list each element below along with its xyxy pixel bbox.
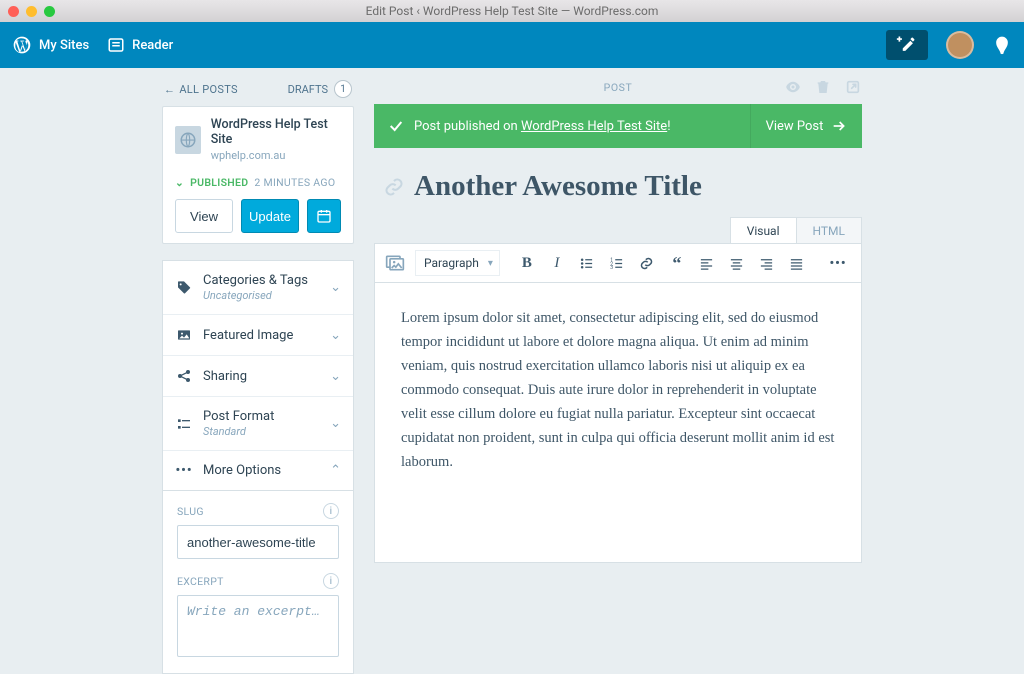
bold-button[interactable]: B: [514, 250, 540, 276]
more-title: More Options: [203, 463, 320, 478]
my-sites-link[interactable]: My Sites: [12, 35, 89, 55]
back-to-all-posts[interactable]: ← ALL POSTS: [164, 83, 238, 96]
more-options-body: SLUG i EXCERPT i: [162, 491, 354, 674]
drafts-label: DRAFTS: [288, 83, 328, 96]
calendar-icon: [316, 208, 332, 224]
post-settings-accordion: Categories & TagsUncategorised ⌄ Feature…: [162, 260, 354, 491]
quote-button[interactable]: “: [664, 250, 690, 276]
cats-sub: Uncategorised: [203, 289, 320, 302]
visibility-icon[interactable]: [784, 78, 802, 96]
wordpress-icon: [12, 35, 32, 55]
reader-label: Reader: [132, 38, 173, 53]
categories-tags-panel[interactable]: Categories & TagsUncategorised ⌄: [163, 261, 353, 315]
more-options-panel[interactable]: ••• More Options ⌃: [163, 451, 353, 490]
slug-input[interactable]: [177, 525, 339, 559]
post-format-panel[interactable]: Post FormatStandard ⌄: [163, 397, 353, 451]
mac-titlebar: Edit Post ‹ WordPress Help Test Site — W…: [0, 0, 1024, 22]
masterbar: My Sites Reader: [0, 22, 1024, 68]
notice-site-link[interactable]: WordPress Help Test Site: [521, 119, 667, 134]
status-time: 2 MINUTES AGO: [254, 176, 335, 189]
sharing-panel[interactable]: Sharing ⌄: [163, 356, 353, 397]
write-post-button[interactable]: [886, 30, 928, 60]
trash-icon[interactable]: [814, 78, 832, 96]
share-icon: [175, 368, 193, 384]
publish-notice: Post published on WordPress Help Test Si…: [374, 104, 862, 148]
editor: POST Post published on WordPress Help Te…: [374, 76, 862, 674]
pencil-plus-icon: [896, 36, 918, 54]
mac-close-button[interactable]: [8, 6, 19, 17]
ellipsis-icon: •••: [175, 463, 193, 478]
featured-title: Featured Image: [203, 328, 320, 343]
sidebar: ← ALL POSTS DRAFTS 1 WordPress Help Test…: [162, 76, 354, 674]
user-avatar[interactable]: [946, 31, 974, 59]
drafts-link[interactable]: DRAFTS 1: [288, 80, 352, 98]
italic-button[interactable]: I: [544, 250, 570, 276]
tab-visual[interactable]: Visual: [730, 217, 797, 243]
editor-toolbar: Paragraph B I 123 “ •••: [374, 243, 862, 283]
kitchen-sink-button[interactable]: •••: [825, 250, 851, 276]
my-sites-label: My Sites: [39, 38, 89, 53]
format-sub: Standard: [203, 425, 320, 438]
block-format-select[interactable]: Paragraph: [415, 250, 500, 276]
view-post-button[interactable]: View Post: [750, 104, 862, 148]
link-button[interactable]: [634, 250, 660, 276]
align-center-button[interactable]: [724, 250, 750, 276]
schedule-button[interactable]: [307, 199, 341, 233]
arrow-right-icon: [831, 118, 847, 134]
excerpt-input[interactable]: [177, 595, 339, 657]
cats-title: Categories & Tags: [203, 273, 320, 288]
reader-icon: [107, 36, 125, 54]
status-text: PUBLISHED: [190, 176, 248, 189]
notifications-icon[interactable]: [992, 35, 1012, 55]
site-url: wphelp.com.au: [211, 149, 341, 162]
update-button[interactable]: Update: [241, 199, 299, 233]
notice-text: Post published on WordPress Help Test Si…: [414, 119, 671, 134]
excerpt-label: EXCERPT: [177, 575, 224, 588]
view-post-label: View Post: [766, 119, 824, 134]
check-icon: [388, 118, 404, 134]
publish-status[interactable]: ⌄ PUBLISHED 2 MINUTES AGO: [175, 176, 341, 189]
chevron-down-icon: ⌄: [330, 369, 341, 384]
post-nav-label[interactable]: POST: [604, 81, 633, 94]
permalink-icon[interactable]: [384, 177, 404, 197]
slug-help-icon[interactable]: i: [323, 503, 339, 519]
chevron-left-icon: ←: [164, 83, 175, 96]
add-media-button[interactable]: [385, 254, 411, 272]
back-label: ALL POSTS: [179, 83, 238, 96]
mac-minimize-button[interactable]: [26, 6, 37, 17]
window-title: Edit Post ‹ WordPress Help Test Site — W…: [0, 4, 1024, 18]
numbered-list-button[interactable]: 123: [604, 250, 630, 276]
align-right-button[interactable]: [754, 250, 780, 276]
view-button[interactable]: View: [175, 199, 233, 233]
tag-icon: [175, 280, 193, 296]
align-justify-button[interactable]: [784, 250, 810, 276]
sharing-title: Sharing: [203, 369, 320, 384]
external-link-icon[interactable]: [844, 78, 862, 96]
format-title: Post Format: [203, 409, 320, 424]
chevron-down-icon: ⌄: [175, 176, 184, 189]
align-left-button[interactable]: [694, 250, 720, 276]
chevron-down-icon: ⌄: [330, 416, 341, 431]
featured-image-panel[interactable]: Featured Image ⌄: [163, 315, 353, 356]
excerpt-help-icon[interactable]: i: [323, 573, 339, 589]
site-card: WordPress Help Test Site wphelp.com.au ⌄…: [162, 106, 354, 244]
svg-text:3: 3: [611, 265, 614, 271]
globe-icon: [175, 126, 201, 154]
site-name: WordPress Help Test Site: [211, 117, 341, 147]
bullet-list-button[interactable]: [574, 250, 600, 276]
post-title[interactable]: Another Awesome Title: [414, 170, 702, 203]
image-icon: [175, 327, 193, 343]
chevron-down-icon: ⌄: [330, 328, 341, 343]
slug-label: SLUG: [177, 505, 204, 518]
reader-link[interactable]: Reader: [107, 36, 173, 54]
chevron-up-icon: ⌃: [330, 463, 341, 478]
post-content[interactable]: Lorem ipsum dolor sit amet, consectetur …: [374, 283, 862, 563]
mac-zoom-button[interactable]: [44, 6, 55, 17]
list-icon: [175, 416, 193, 432]
chevron-down-icon: ⌄: [330, 280, 341, 295]
tab-html[interactable]: HTML: [797, 217, 863, 243]
drafts-count: 1: [334, 80, 352, 98]
